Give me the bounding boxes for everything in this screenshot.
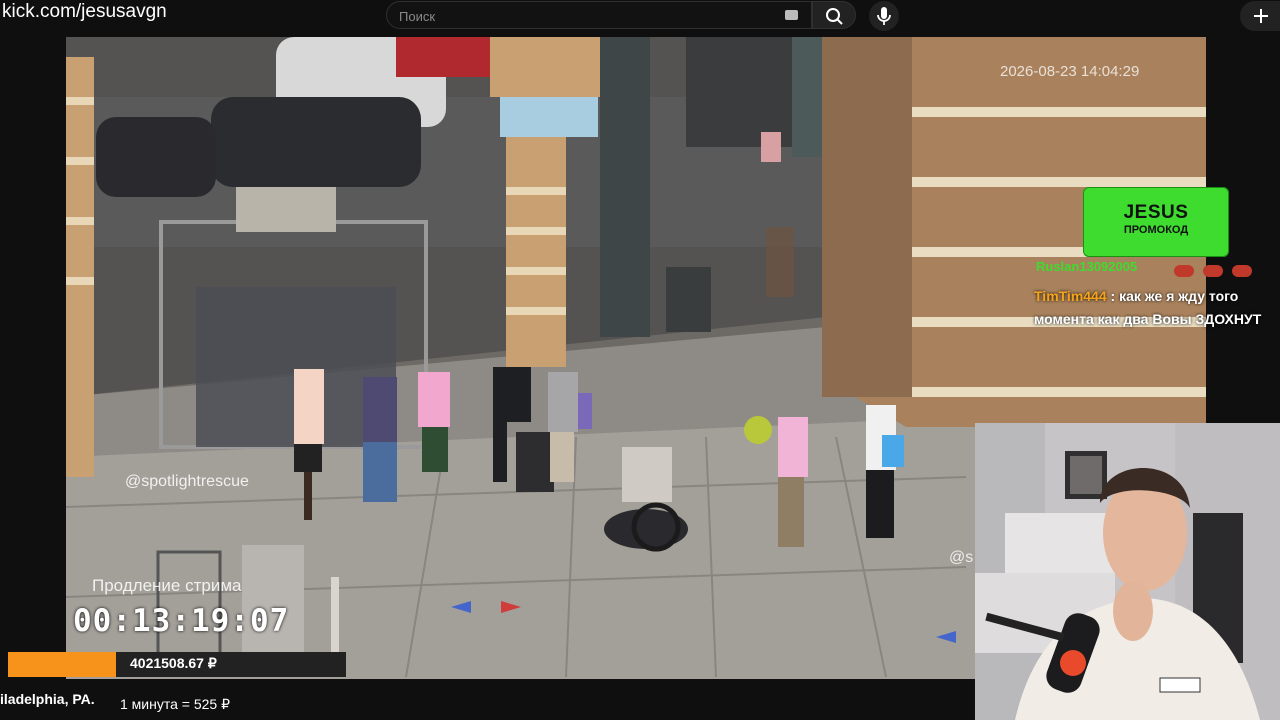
voice-search-button[interactable] bbox=[869, 1, 899, 31]
donation-progress-fill bbox=[8, 652, 117, 677]
chat-emote-icon bbox=[1174, 265, 1194, 277]
camera-timestamp: 2026-08-23 14:04:29 bbox=[1000, 63, 1140, 80]
search-box[interactable] bbox=[386, 1, 812, 29]
chat-emote-icon bbox=[1232, 265, 1252, 277]
location-caption: iladelphia, PA. bbox=[0, 691, 95, 707]
video-watermark-partial: @s bbox=[949, 549, 974, 566]
donation-rate: 1 минута = 525 ₽ bbox=[120, 696, 231, 712]
video-watermark: @spotlightrescue bbox=[125, 473, 249, 490]
plus-icon bbox=[1254, 9, 1268, 23]
search-input[interactable] bbox=[397, 5, 781, 27]
mic-icon bbox=[877, 7, 891, 25]
promo-title: JESUS bbox=[1123, 202, 1189, 223]
chat-separator: : bbox=[1106, 288, 1120, 304]
chat-emote-icon bbox=[1203, 265, 1223, 277]
webcam-image bbox=[975, 423, 1280, 720]
promo-badge: JESUS ПРОМОКОД bbox=[1083, 187, 1229, 257]
top-bar: kick.com/jesusavgn bbox=[0, 0, 1280, 36]
chat-username: TimTim444 bbox=[1034, 288, 1107, 304]
stream-extension-label: Продление стрима bbox=[92, 576, 242, 595]
promo-subtitle: ПРОМОКОД bbox=[1123, 224, 1189, 236]
keyboard-icon[interactable] bbox=[785, 10, 798, 20]
donation-progress-bar: 4021508.67 ₽ bbox=[8, 652, 346, 677]
search-icon bbox=[826, 8, 843, 25]
channel-url[interactable]: kick.com/jesusavgn bbox=[2, 1, 167, 23]
chat-prev-username: Ruslan13092005 bbox=[1036, 259, 1138, 274]
stream-extension-timer: 00:13:19:07 bbox=[73, 603, 290, 639]
search-button[interactable] bbox=[812, 1, 856, 29]
donation-total: 4021508.67 ₽ bbox=[130, 655, 217, 671]
chat-message: TimTim444 : как же я жду того момента ка… bbox=[1034, 285, 1274, 331]
streamer-webcam bbox=[975, 423, 1280, 720]
create-button[interactable] bbox=[1240, 1, 1280, 31]
